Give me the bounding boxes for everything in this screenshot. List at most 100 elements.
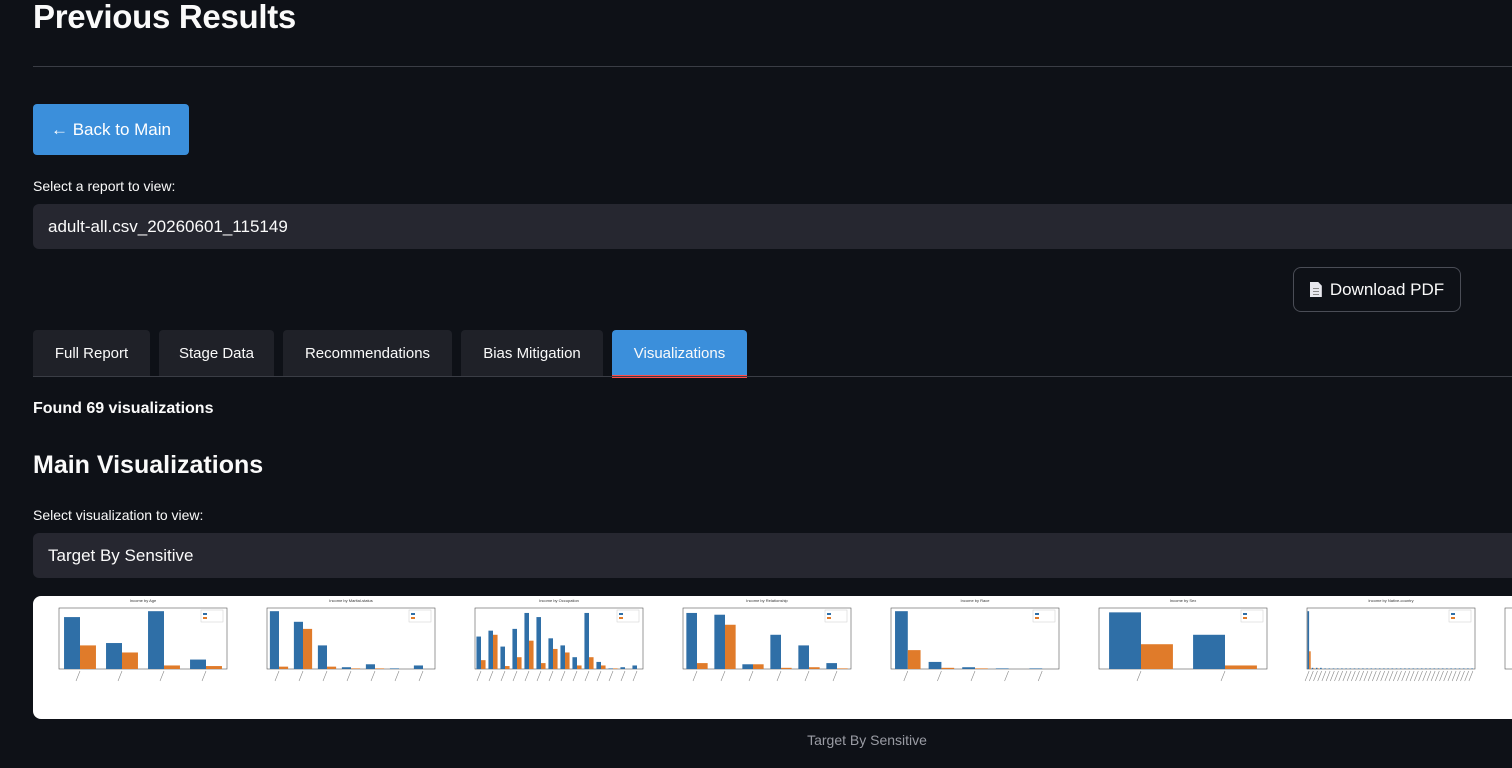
bar <box>584 612 589 669</box>
bar <box>1391 668 1394 669</box>
bar <box>560 645 565 669</box>
tab-recommendations[interactable]: Recommendations <box>283 330 452 376</box>
bar <box>1420 668 1423 669</box>
viz-select-value: Target By Sensitive <box>48 545 194 565</box>
tab-full-report[interactable]: Full Report <box>33 330 150 376</box>
tick-label <box>560 670 566 682</box>
bar <box>269 611 279 669</box>
tab-stage-data[interactable]: Stage Data <box>159 330 274 376</box>
back-to-main-button[interactable]: ← Back to Main <box>33 104 189 155</box>
legend <box>1240 609 1264 623</box>
tick-label <box>937 670 942 682</box>
bar <box>365 664 375 669</box>
tick-label <box>75 670 81 682</box>
bar <box>493 634 498 669</box>
legend-swatch <box>1035 613 1039 615</box>
tick-label <box>1330 670 1335 682</box>
page-title: Previous Results <box>33 0 296 35</box>
tick-label <box>1388 670 1394 682</box>
report-select-value: adult-all.csv_20260601_115149 <box>48 216 288 236</box>
tick-label <box>596 670 602 682</box>
bar <box>572 657 577 669</box>
bar <box>1324 668 1326 669</box>
bar <box>1395 668 1398 669</box>
tick-label <box>970 670 976 682</box>
tick-label <box>1426 670 1432 682</box>
bar <box>1433 668 1436 669</box>
tick-label <box>804 670 810 682</box>
bar <box>1366 668 1368 669</box>
bar <box>725 624 736 669</box>
tick-label <box>201 670 207 682</box>
bar <box>1332 668 1335 669</box>
bar <box>1349 668 1352 669</box>
tick-label <box>1359 670 1364 682</box>
tick-label <box>488 670 494 682</box>
report-select[interactable]: adult-all.csv_20260601_115149 <box>33 204 1512 249</box>
tick-label <box>1334 670 1339 682</box>
tick-label <box>548 670 554 682</box>
bar <box>476 636 481 669</box>
bar <box>1317 668 1320 669</box>
tab-label: Stage Data <box>178 344 255 362</box>
tick-label <box>322 670 328 682</box>
bar <box>488 630 493 669</box>
legend-swatch <box>1243 613 1247 615</box>
bar <box>601 665 606 669</box>
legend-swatch <box>411 613 415 615</box>
section-title: Main Visualizations <box>33 451 264 479</box>
tick-label <box>1338 670 1343 682</box>
bar <box>548 638 553 669</box>
bar <box>1399 668 1402 669</box>
tick-label <box>1220 670 1226 682</box>
tick-label <box>274 670 280 682</box>
tick-label <box>1136 670 1142 682</box>
bar <box>1320 667 1322 669</box>
tick-label <box>1422 670 1427 682</box>
legend-swatch <box>1035 617 1039 619</box>
bar <box>1336 668 1339 669</box>
bar <box>1387 668 1389 669</box>
tick-label <box>418 670 424 682</box>
tick-label <box>512 670 518 682</box>
chart-panel: Income by Relationship <box>682 598 852 682</box>
bar <box>389 668 399 669</box>
bar <box>1353 668 1356 669</box>
bar <box>536 617 541 669</box>
viz-select[interactable]: Target By Sensitive <box>33 533 1512 578</box>
tick-label <box>1393 670 1398 682</box>
bar <box>1345 668 1347 669</box>
bar <box>632 665 637 669</box>
bar <box>1454 668 1457 669</box>
legend <box>408 609 432 623</box>
tab-label: Bias Mitigation <box>483 344 581 362</box>
tick-label <box>1456 670 1461 682</box>
tick-label <box>1443 670 1448 682</box>
bar <box>1462 668 1465 669</box>
bar <box>826 663 837 669</box>
tick-label <box>1004 670 1009 682</box>
bar <box>80 645 96 669</box>
bar <box>714 614 725 669</box>
viz-select-label: Select visualization to view: <box>33 507 204 523</box>
legend <box>824 609 848 623</box>
chart-title: Income by Race <box>961 598 991 603</box>
bar <box>1225 665 1257 669</box>
tick-label <box>632 670 638 682</box>
tick-label <box>1380 670 1385 682</box>
tick-label <box>1342 670 1348 682</box>
bar <box>279 666 289 669</box>
tab-visualizations[interactable]: Visualizations <box>612 330 747 378</box>
tab-label: Recommendations <box>304 344 431 362</box>
tick-label <box>1317 670 1322 682</box>
bar <box>620 667 625 669</box>
download-pdf-button[interactable]: Download PDF <box>1293 267 1461 312</box>
tick-label <box>1464 670 1469 682</box>
legend-swatch <box>619 617 623 619</box>
bar <box>742 664 753 669</box>
tab-bias-mitigation[interactable]: Bias Mitigation <box>461 330 603 376</box>
bar <box>1429 668 1431 669</box>
visualization-caption: Target By Sensitive <box>807 732 927 748</box>
tick-label <box>903 670 909 682</box>
bar <box>1425 668 1427 669</box>
